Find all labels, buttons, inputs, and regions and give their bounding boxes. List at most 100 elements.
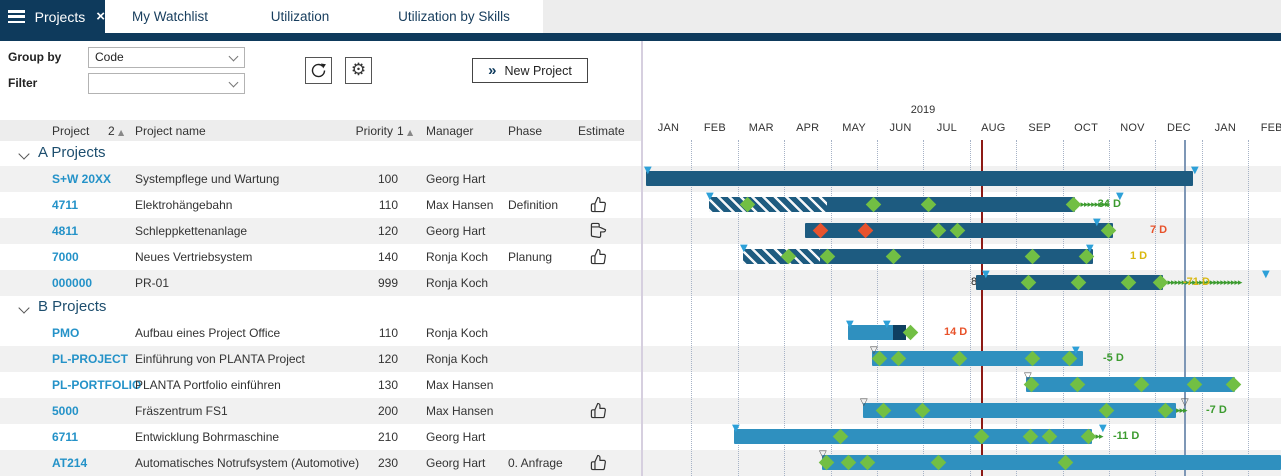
project-name-cell: PR-01 bbox=[135, 270, 169, 296]
schedule-marker-icon: ▽ bbox=[1024, 371, 1032, 383]
gantt-bar[interactable] bbox=[734, 429, 1092, 444]
deviation-label: -7 D bbox=[1206, 404, 1227, 416]
schedule-marker-icon: ▼ bbox=[1191, 165, 1199, 177]
col-priority[interactable]: Priority bbox=[335, 124, 393, 138]
baseline-line bbox=[1184, 140, 1186, 476]
project-link[interactable]: AT214 bbox=[52, 450, 87, 476]
table-chart-divider bbox=[641, 41, 643, 476]
project-name-cell: Fräszentrum FS1 bbox=[135, 398, 228, 424]
thumb-up-icon[interactable] bbox=[590, 196, 608, 214]
group-by-label: Group by bbox=[8, 50, 61, 64]
priority-cell: 120 bbox=[335, 218, 398, 244]
schedule-marker-icon: ▼ bbox=[1093, 217, 1101, 229]
tab-utilization-label: Utilization bbox=[271, 9, 330, 24]
month-label: MAR bbox=[738, 122, 785, 134]
planta-project-window: Projects × My Watchlist Utilization Util… bbox=[0, 0, 1281, 476]
menu-icon[interactable] bbox=[8, 10, 25, 23]
month-gridline bbox=[923, 140, 924, 476]
month-gridline bbox=[1155, 140, 1156, 476]
month-label: OCT bbox=[1063, 122, 1110, 134]
manager-cell: Max Hansen bbox=[426, 398, 493, 424]
schedule-marker-icon: ▼ bbox=[706, 191, 714, 203]
month-gridline bbox=[784, 140, 785, 476]
deviation-label: 14 D bbox=[944, 326, 967, 338]
month-label: JAN bbox=[645, 122, 692, 134]
month-label: APR bbox=[784, 122, 831, 134]
gantt-bar-hatched-section bbox=[709, 197, 827, 212]
phase-cell: Planung bbox=[508, 244, 552, 270]
thumb-side-icon[interactable] bbox=[590, 222, 608, 240]
project-link[interactable]: 7000 bbox=[52, 244, 79, 270]
month-label: FEB bbox=[691, 122, 738, 134]
gantt-bar[interactable] bbox=[863, 403, 1176, 418]
col-phase[interactable]: Phase bbox=[508, 124, 542, 138]
col-project[interactable]: Project bbox=[52, 124, 89, 138]
chevron-down-icon[interactable] bbox=[18, 148, 29, 159]
project-link[interactable]: PL-PORTFOLIO bbox=[52, 372, 141, 398]
project-link[interactable]: 5000 bbox=[52, 398, 79, 424]
sort-badge-priority[interactable]: 1 ▲ bbox=[397, 124, 413, 138]
timeline-year: 2019 bbox=[883, 104, 963, 116]
project-link[interactable]: 000000 bbox=[52, 270, 92, 296]
group-header-label: B Projects bbox=[38, 298, 106, 315]
manager-cell: Max Hansen bbox=[426, 372, 493, 398]
phase-cell: 0. Anfrage bbox=[508, 450, 563, 476]
tab-utilization-by-skills-label: Utilization by Skills bbox=[398, 9, 510, 24]
project-name-cell: Einführung von PLANTA Project bbox=[135, 346, 305, 372]
project-link[interactable]: 4811 bbox=[52, 218, 78, 244]
project-link[interactable]: 6711 bbox=[52, 424, 78, 450]
month-gridline bbox=[1063, 140, 1064, 476]
project-name-cell: Schleppkettenanlage bbox=[135, 218, 247, 244]
col-project-name[interactable]: Project name bbox=[135, 124, 206, 138]
tab-projects[interactable]: Projects × bbox=[0, 0, 105, 33]
today-line bbox=[981, 140, 983, 476]
month-label: SEP bbox=[1016, 122, 1063, 134]
month-gridline bbox=[1016, 140, 1017, 476]
settings-button[interactable]: ⚙ bbox=[345, 57, 372, 84]
deviation-label: -34 D bbox=[1094, 198, 1121, 210]
gantt-bar[interactable] bbox=[1026, 377, 1235, 392]
priority-cell: 130 bbox=[335, 372, 398, 398]
filter-select[interactable] bbox=[88, 73, 245, 94]
refresh-button[interactable] bbox=[305, 57, 332, 84]
manager-cell: Georg Hart bbox=[426, 166, 485, 192]
col-estimate[interactable]: Estimate bbox=[578, 124, 625, 138]
tab-utilization-by-skills[interactable]: Utilization by Skills bbox=[365, 0, 543, 33]
tab-utilization[interactable]: Utilization bbox=[235, 0, 365, 33]
col-manager[interactable]: Manager bbox=[426, 124, 473, 138]
deviation-label: -5 D bbox=[1103, 352, 1124, 364]
thumb-up-icon[interactable] bbox=[590, 248, 608, 266]
new-project-button[interactable]: » New Project bbox=[472, 58, 588, 83]
refresh-icon bbox=[310, 62, 327, 79]
month-label: DEC bbox=[1155, 122, 1202, 134]
month-gridline bbox=[1248, 140, 1249, 476]
project-link[interactable]: S+W 20XX bbox=[52, 166, 111, 192]
manager-cell: Max Hansen bbox=[426, 192, 493, 218]
tab-my-watchlist[interactable]: My Watchlist bbox=[105, 0, 235, 33]
thumb-up-icon[interactable] bbox=[590, 454, 608, 472]
project-name-cell: Elektrohängebahn bbox=[135, 192, 232, 218]
project-link[interactable]: PMO bbox=[52, 320, 79, 346]
group-by-value: Code bbox=[95, 50, 124, 64]
manager-cell: Ronja Koch bbox=[426, 320, 488, 346]
double-chevron-icon: » bbox=[488, 63, 496, 78]
group-by-select[interactable]: Code bbox=[88, 47, 245, 68]
close-tab-icon[interactable]: × bbox=[96, 9, 105, 24]
month-gridline bbox=[831, 140, 832, 476]
tab-projects-label: Projects bbox=[35, 9, 86, 25]
schedule-marker-icon: ▼ bbox=[1086, 243, 1094, 255]
project-link[interactable]: 4711 bbox=[52, 192, 78, 218]
project-link[interactable]: PL-PROJECT bbox=[52, 346, 128, 372]
thumb-up-icon[interactable] bbox=[590, 402, 608, 420]
priority-cell: 110 bbox=[335, 192, 398, 218]
gantt-bar[interactable] bbox=[646, 171, 1193, 186]
schedule-marker-icon: ▽ bbox=[860, 397, 868, 409]
sort-badge-project[interactable]: 2 ▲ bbox=[108, 124, 124, 138]
priority-cell: 140 bbox=[335, 244, 398, 270]
priority-cell: 120 bbox=[335, 346, 398, 372]
month-gridline bbox=[1202, 140, 1203, 476]
chevron-down-icon[interactable] bbox=[18, 302, 29, 313]
gantt-bar[interactable] bbox=[822, 455, 1281, 470]
month-label: NOV bbox=[1109, 122, 1156, 134]
sort-asc-icon: ▲ bbox=[407, 128, 413, 137]
